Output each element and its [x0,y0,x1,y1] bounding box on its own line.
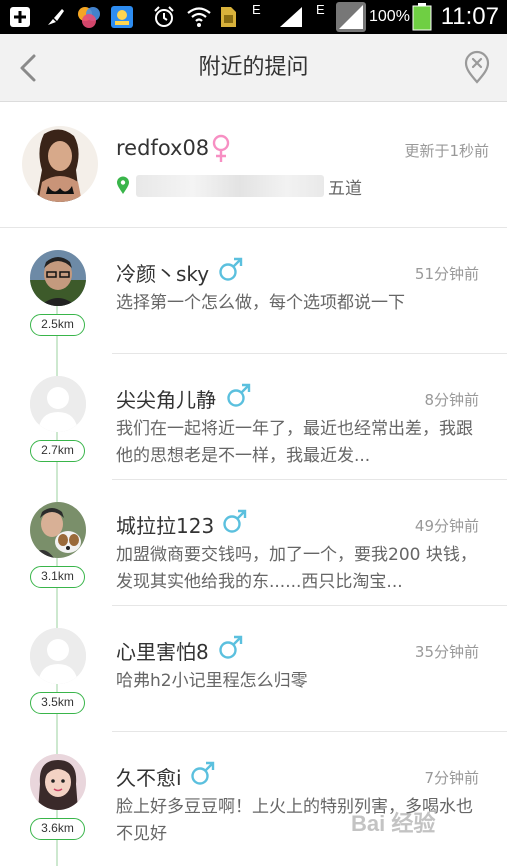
update-time: 更新于1秒前 [404,142,489,160]
question-time: 7分钟前 [424,769,479,787]
question-time: 35分钟前 [414,643,479,661]
my-username: redfox08 [116,136,210,160]
question-content: 加盟微商要交钱吗，加了一个，要我200 块钱，发现其实他给我的东......西只… [116,545,477,592]
battery-percent: 100% [369,8,410,25]
question-content: 我们在一起将近一年了，最近也经常出差，我跟他的思想老是不一样，我最近发... [116,419,473,466]
status-bar: E E 100% 11:07 [0,0,507,34]
question-time: 51分钟前 [414,265,479,283]
avatar[interactable] [30,502,86,558]
my-profile-row[interactable]: redfox08 更新于1秒前 五道 [0,102,507,228]
battery-icon [412,3,432,31]
blurred-address [136,175,324,197]
question-username: 冷颜丶sky [116,262,210,286]
add-box-icon [10,7,30,27]
distance-badge: 2.5km [30,314,85,336]
alarm-icon [154,6,174,27]
avatar[interactable] [30,754,86,810]
page-title: 附近的提问 [198,55,309,80]
distance-badge: 3.5km [30,692,85,714]
male-icon [219,635,243,659]
clock-time: 11:07 [440,3,499,30]
question-username: 心里害怕8 [116,640,209,664]
question-time: 8分钟前 [424,391,479,409]
distance-badge: 3.1km [30,566,85,588]
sim-icon [221,7,236,27]
question-username: 城拉拉123 [116,514,215,538]
watermark: Bai 经验 [351,811,436,836]
question-time: 49分钟前 [414,517,479,535]
location-pin-icon[interactable] [457,48,497,88]
question-item[interactable]: 2.5km 冷颜丶sky 51分钟前 选择第一个怎么做，每个选项都说一下 [0,228,507,354]
color-circles-icon [78,7,100,28]
avatar[interactable] [22,126,98,202]
question-content: 选择第一个怎么做，每个选项都说一下 [116,293,405,313]
male-icon [227,383,251,407]
location-pin-icon [117,176,129,194]
wifi-icon [187,7,211,27]
brush-icon [48,9,64,25]
question-item[interactable]: 3.1km 城拉拉123 49分钟前 加盟微商要交钱吗，加了一个，要我200 块… [0,480,507,606]
avatar[interactable] [30,376,86,432]
signal-icon [336,2,366,32]
question-item[interactable]: 3.5km 心里害怕8 35分钟前 哈弗h2小记里程怎么归零 [0,606,507,732]
signal-icon [280,7,302,27]
signal-type-label-2: E [316,2,325,17]
female-icon [212,134,230,162]
address-text: 五道 [328,179,362,199]
male-icon [191,761,215,785]
question-content: 哈弗h2小记里程怎么归零 [116,671,308,691]
title-bar: 附近的提问 [0,34,507,102]
male-icon [223,509,247,533]
question-username: 久不愈i [116,766,182,790]
avatar[interactable] [30,628,86,684]
question-username: 尖尖角儿静 [116,388,216,412]
avatar[interactable] [30,250,86,306]
signal-type-label-1: E [252,2,261,17]
photo-app-icon [111,6,133,28]
distance-badge: 3.6km [30,818,85,840]
male-icon [219,257,243,281]
question-item[interactable]: 2.7km 尖尖角儿静 8分钟前 我们在一起将近一年了，最近也经常出差，我跟他的… [0,354,507,480]
distance-badge: 2.7km [30,440,85,462]
